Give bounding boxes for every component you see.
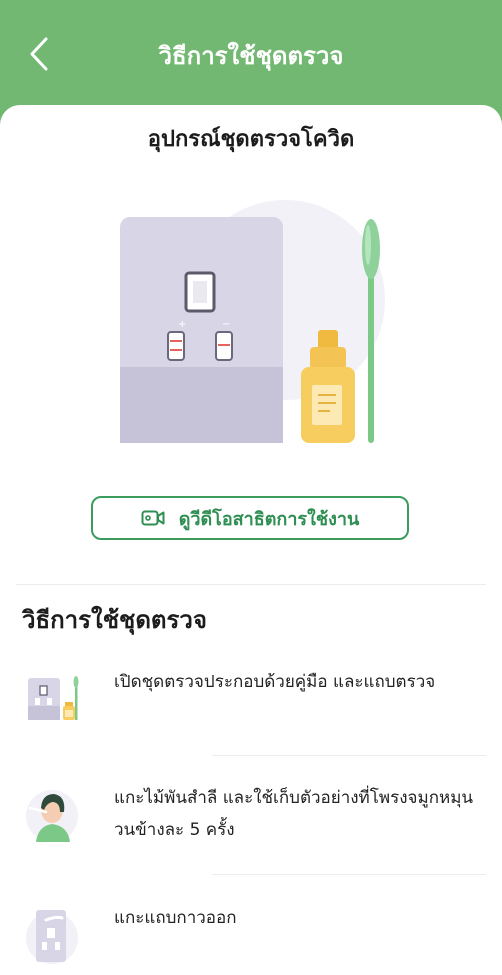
- step-text: แกะแถบกาวออก: [114, 908, 237, 928]
- kit-title: อุปกรณ์ชุดตรวจโควิด: [147, 127, 355, 152]
- app-header: วิธีการใช้ชุดตรวจ: [0, 0, 502, 110]
- step-text: เปิดชุดตรวจประกอบด้วยคู่มือ และแถบตรวจ: [114, 672, 436, 692]
- test-cassette-icon: [26, 910, 78, 964]
- step-text: แกะไม้พันสำลี และใช้เก็บตัวอย่างที่โพรงจ…: [114, 788, 474, 840]
- step-divider: [212, 874, 486, 875]
- svg-text:−: −: [222, 319, 230, 330]
- svg-text:+: +: [178, 319, 186, 330]
- section-divider: [16, 584, 486, 585]
- page-title: วิธีการใช้ชุดตรวจ: [158, 42, 344, 70]
- test-kit-icon: [28, 676, 79, 720]
- watch-video-button[interactable]: ดูวีดีโอสาธิตการใช้งาน: [91, 496, 409, 540]
- instructions-title: วิธีการใช้ชุดตรวจ: [22, 606, 207, 634]
- nose-swab-icon: [26, 790, 78, 842]
- test-kit-illustration: + −: [120, 200, 385, 443]
- video-camera-icon: [141, 510, 165, 526]
- watch-video-label: ดูวีดีโอสาธิตการใช้งาน: [178, 508, 360, 530]
- step-divider: [212, 755, 486, 756]
